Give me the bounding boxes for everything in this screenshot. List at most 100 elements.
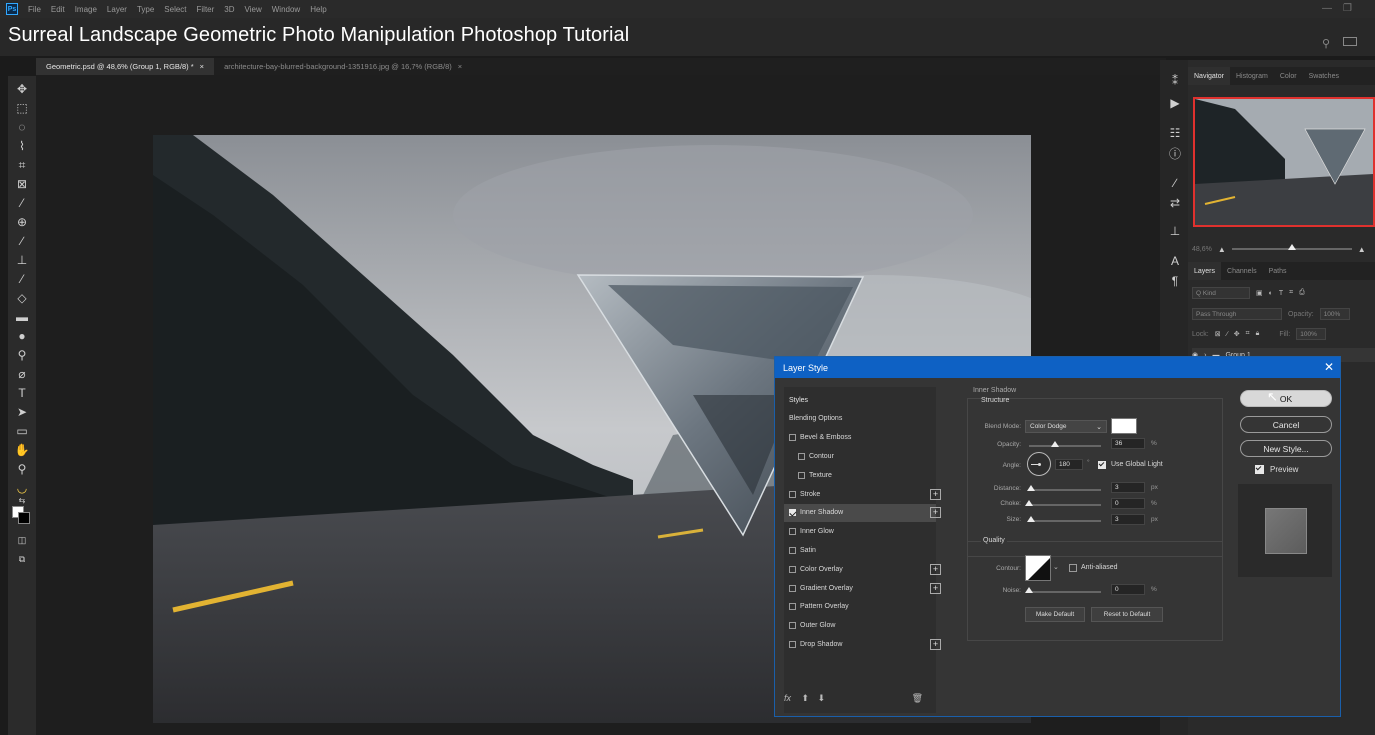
style-item-inner-glow[interactable]: Inner Glow <box>784 523 936 541</box>
character-icon[interactable]: A <box>1164 252 1186 270</box>
style-checkbox[interactable] <box>789 640 796 648</box>
style-checkbox[interactable] <box>789 546 796 554</box>
rectangle-tool-icon[interactable]: ▭ <box>8 422 36 440</box>
filter-smart-icon[interactable]: ⎙ <box>1299 289 1305 297</box>
make-default-button[interactable]: Make Default <box>1025 607 1085 622</box>
style-item-texture[interactable]: Texture <box>784 466 936 484</box>
new-style-button[interactable]: New Style... <box>1240 440 1332 457</box>
style-checkbox[interactable] <box>789 622 796 630</box>
style-item-bevel-emboss[interactable]: Bevel & Emboss <box>784 429 936 447</box>
trash-icon[interactable]: 🗑︎ <box>912 693 923 703</box>
quick-mask-icon[interactable]: ◫ <box>8 531 36 549</box>
filter-adjustment-icon[interactable]: ◐ <box>1269 290 1273 297</box>
brushes-icon[interactable]: ∕ <box>1164 174 1186 192</box>
restore-icon[interactable]: ❐ <box>1343 3 1352 14</box>
style-checkbox[interactable] <box>789 565 796 573</box>
paragraph-icon[interactable]: ¶ <box>1164 272 1186 290</box>
style-item-blending-options[interactable]: Blending Options <box>784 410 936 428</box>
style-checkbox[interactable] <box>798 452 805 460</box>
cancel-button[interactable]: Cancel <box>1240 416 1332 433</box>
tab-color[interactable]: Color <box>1274 67 1303 85</box>
tab-channels[interactable]: Channels <box>1221 262 1263 280</box>
blur-tool-icon[interactable]: ● <box>8 327 36 345</box>
healing-tool-icon[interactable]: ⊕ <box>8 213 36 231</box>
layer-opacity[interactable]: 100% <box>1319 308 1350 320</box>
style-checkbox[interactable] <box>789 528 796 536</box>
eyedropper-tool-icon[interactable]: ⁄ <box>8 194 36 212</box>
filter-type-icon[interactable]: T <box>1279 290 1283 297</box>
color-swatches[interactable] <box>12 506 32 526</box>
choke-input[interactable]: 0 <box>1111 498 1145 509</box>
style-checkbox[interactable] <box>789 434 796 442</box>
kind-filter[interactable]: Q Kind <box>1192 287 1250 299</box>
anti-aliased-checkbox[interactable] <box>1069 564 1077 572</box>
type-tool-icon[interactable]: T <box>8 384 36 402</box>
marquee-tool-icon[interactable]: ⬚ <box>8 99 36 117</box>
add-effect-icon[interactable]: + <box>930 507 941 519</box>
choke-slider-thumb[interactable] <box>1025 500 1033 506</box>
tab-layers[interactable]: Layers <box>1188 262 1222 280</box>
screen-mode-icon[interactable]: ⧉ <box>8 550 36 568</box>
menu-help[interactable]: Help <box>310 5 326 14</box>
style-item-pattern-overlay[interactable]: Pattern Overlay <box>784 598 936 616</box>
menu-type[interactable]: Type <box>137 5 154 14</box>
style-item-outer-glow[interactable]: Outer Glow <box>784 617 936 635</box>
style-checkbox[interactable] <box>789 603 796 611</box>
chevron-down-icon[interactable]: ⌄ <box>1053 563 1059 571</box>
style-checkbox[interactable] <box>789 490 796 498</box>
actions-play-icon[interactable]: ▶ <box>1164 94 1186 112</box>
tab-histogram[interactable]: Histogram <box>1230 67 1274 85</box>
tab-swatches[interactable]: Swatches <box>1303 67 1345 85</box>
close-icon[interactable]: × <box>200 62 204 71</box>
style-checkbox[interactable] <box>798 471 805 479</box>
shadow-color-swatch[interactable] <box>1111 418 1137 434</box>
zoom-slider-thumb[interactable] <box>1287 244 1296 250</box>
style-item-inner-shadow[interactable]: Inner Shadow + <box>784 503 941 522</box>
add-effect-icon[interactable]: + <box>930 582 941 594</box>
noise-input[interactable]: 0 <box>1111 584 1145 595</box>
opacity-slider-thumb[interactable] <box>1050 441 1059 447</box>
menu-file[interactable]: File <box>28 5 41 14</box>
angle-dial[interactable] <box>1027 452 1051 476</box>
eraser-tool-icon[interactable]: ◇ <box>8 289 36 307</box>
move-up-icon[interactable]: ⬆ <box>802 693 810 703</box>
add-effect-icon[interactable]: + <box>930 638 941 650</box>
lock-pixels-icon[interactable]: ⊠ <box>1215 330 1221 338</box>
add-effect-icon[interactable]: + <box>930 488 941 500</box>
reset-to-default-button[interactable]: Reset to Default <box>1091 607 1163 622</box>
style-checkbox[interactable] <box>789 584 796 592</box>
lock-position-icon[interactable]: ✥ <box>1234 330 1240 338</box>
properties-icon[interactable]: ☷ <box>1164 124 1186 142</box>
tab-architecture[interactable]: architecture-bay-blurred-background-1351… <box>214 58 472 75</box>
distance-slider[interactable] <box>1027 485 1101 491</box>
lock-artboard-icon[interactable]: ⌗ <box>1246 330 1250 338</box>
choke-slider[interactable] <box>1025 500 1101 506</box>
background-color[interactable] <box>18 512 30 524</box>
zoom-slider[interactable] <box>1231 244 1352 250</box>
search-icon[interactable]: ⚲ <box>1322 37 1330 50</box>
menu-3d[interactable]: 3D <box>224 5 234 14</box>
minimize-icon[interactable]: — <box>1322 3 1332 14</box>
menu-image[interactable]: Image <box>75 5 97 14</box>
clone-source-icon[interactable]: ⊥ <box>1164 222 1186 240</box>
style-item-contour[interactable]: Contour <box>784 447 936 465</box>
tab-geometric[interactable]: Geometric.psd @ 48,6% (Group 1, RGB/8) *… <box>36 58 215 75</box>
style-item-styles[interactable]: Styles <box>784 391 936 409</box>
tab-navigator[interactable]: Navigator <box>1188 67 1230 85</box>
style-item-gradient-overlay[interactable]: Gradient Overlay + <box>784 579 941 597</box>
close-icon[interactable]: × <box>458 62 462 71</box>
style-item-color-overlay[interactable]: Color Overlay + <box>784 560 941 578</box>
add-effect-icon[interactable]: + <box>930 563 941 575</box>
history-brush-tool-icon[interactable]: ⁄ <box>8 270 36 288</box>
fx-icon[interactable]: fx <box>784 693 791 703</box>
dodge-tool-icon[interactable]: ⚲ <box>8 346 36 364</box>
menu-select[interactable]: Select <box>164 5 186 14</box>
style-item-drop-shadow[interactable]: Drop Shadow + <box>784 635 941 653</box>
size-input[interactable]: 3 <box>1111 514 1145 525</box>
zoom-tool-icon[interactable]: ⚲ <box>8 460 36 478</box>
brush-tool-icon[interactable]: ∕ <box>8 232 36 250</box>
distance-input[interactable]: 3 <box>1111 482 1145 493</box>
hand-tool-icon[interactable]: ✋ <box>8 441 36 459</box>
filter-shape-icon[interactable]: ⌗ <box>1289 289 1293 297</box>
preview-checkbox[interactable] <box>1255 464 1264 474</box>
